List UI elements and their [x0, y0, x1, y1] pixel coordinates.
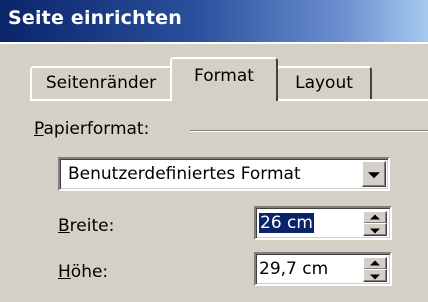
tab-layout[interactable]: Layout [276, 66, 372, 100]
tab-layout-label: Layout [295, 73, 353, 93]
height-label-accel: H [58, 262, 71, 282]
tab-margins[interactable]: Seitenränder [30, 66, 172, 100]
height-label-rest: öhe: [70, 262, 109, 282]
page-setup-dialog: Seite einrichten Seitenränder Format Lay… [0, 0, 428, 302]
arrow-up-icon [370, 260, 380, 265]
paper-size-dropdown-button[interactable] [362, 161, 386, 187]
dialog-title: Seite einrichten [8, 7, 182, 29]
title-bar-divider [0, 42, 428, 44]
paper-size-value: Benutzerdefiniertes Format [68, 164, 301, 184]
arrow-down-icon [370, 228, 380, 233]
tab-margins-label: Seitenränder [45, 73, 157, 93]
group-separator [190, 130, 428, 132]
width-label: Breite: [58, 216, 114, 236]
width-label-accel: B [58, 216, 70, 236]
active-tab-gap [172, 99, 276, 102]
paper-size-label-rest: apierformat: [43, 119, 150, 139]
paper-size-label-accel: P [34, 119, 44, 139]
tab-format[interactable]: Format [170, 57, 278, 101]
width-spinner[interactable]: 26 cm [254, 206, 392, 240]
width-value[interactable]: 26 cm [259, 213, 314, 233]
paper-size-dropdown[interactable]: Benutzerdefiniertes Format [58, 157, 390, 191]
width-label-rest: reite: [69, 216, 115, 236]
arrow-up-icon [370, 214, 380, 219]
height-value[interactable]: 29,7 cm [259, 259, 328, 279]
height-label: Höhe: [58, 262, 108, 282]
paper-size-label: Papierformat: [34, 119, 149, 139]
height-decrement-button[interactable] [363, 269, 387, 282]
width-decrement-button[interactable] [363, 223, 387, 236]
height-spinner[interactable]: 29,7 cm [254, 252, 392, 286]
arrow-down-icon [370, 274, 380, 279]
tab-format-label: Format [194, 66, 254, 86]
title-bar[interactable]: Seite einrichten [0, 0, 428, 42]
chevron-down-icon [368, 172, 380, 179]
